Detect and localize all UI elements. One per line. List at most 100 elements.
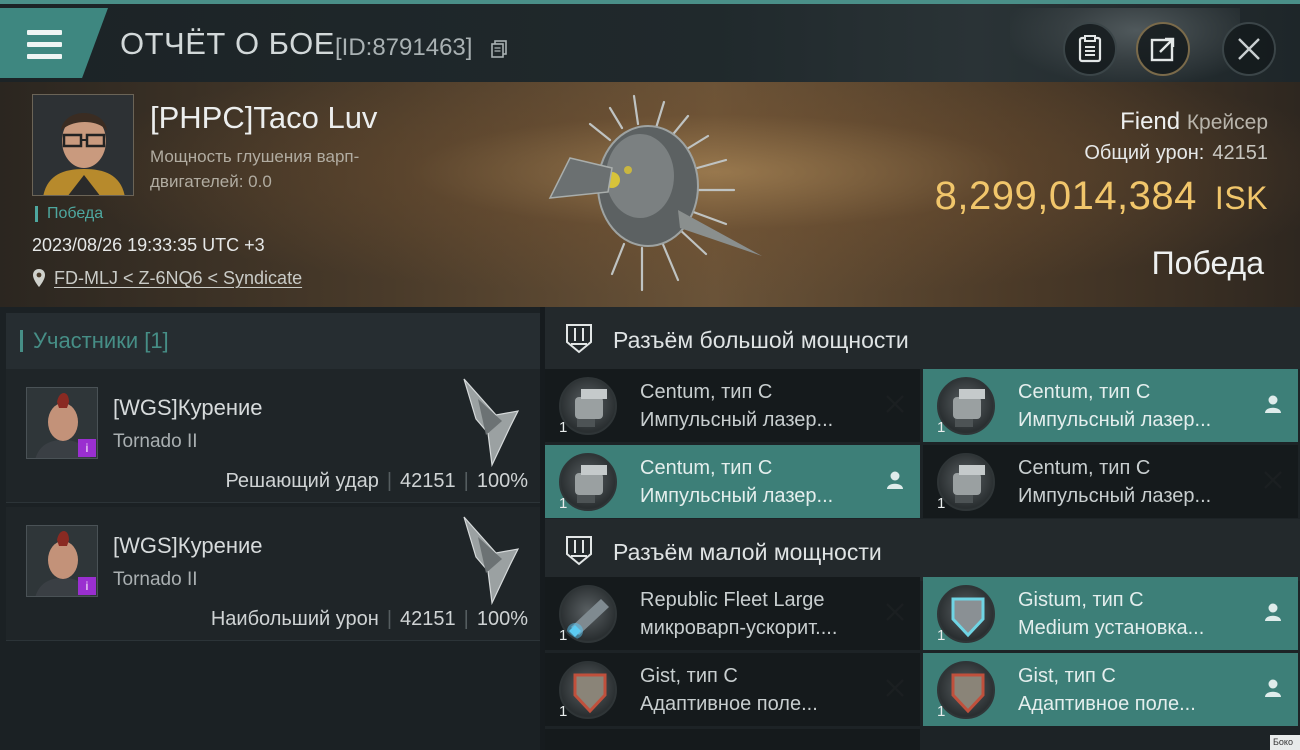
- person-icon: [1265, 395, 1281, 413]
- module-slot[interactable]: 1 Gist, тип C Адаптивное поле...: [923, 653, 1298, 726]
- participants-header: Участники [1]: [6, 313, 540, 369]
- share-button[interactable]: [1136, 22, 1190, 76]
- armor-module-icon: [937, 661, 995, 719]
- location-link[interactable]: FD-MLJ < Z-6NQ6 < Syndicate: [54, 268, 302, 289]
- participant-row[interactable]: i [WGS]Курение Tornado II Наибольший уро…: [6, 507, 540, 641]
- total-damage-label: Общий урон:: [1084, 142, 1205, 164]
- report-id: [ID:8791463]: [335, 34, 473, 61]
- person-icon: [887, 471, 903, 489]
- module-slot[interactable]: 1 Gist, тип C Адаптивное поле...: [545, 653, 920, 726]
- isk-value: 8,299,014,384 ISK: [935, 174, 1268, 219]
- armor-module-icon: [559, 661, 617, 719]
- module-type: микроварп-ускорит....: [640, 617, 838, 639]
- module-slot[interactable]: 1 Gistum, тип C Medium установка...: [923, 577, 1298, 650]
- result-label: Победа: [1151, 245, 1264, 281]
- laser-module-icon: [937, 453, 995, 511]
- module-name: Gist, тип C: [1018, 665, 1116, 687]
- module-slot[interactable]: 1 Centum, тип C Импульсный лазер...: [545, 369, 920, 442]
- module-type: Импульсный лазер...: [640, 485, 834, 507]
- close-button[interactable]: [1222, 22, 1276, 76]
- top-bar: ОТЧЁТ О БОЕ [ID:8791463]: [0, 0, 1300, 84]
- module-name: Centum, тип C: [640, 381, 773, 403]
- participant-role: Решающий удар: [225, 470, 379, 492]
- location-pin-icon: [33, 269, 45, 287]
- participant-percent: 100%: [476, 608, 528, 630]
- module-qty: 1: [937, 703, 946, 720]
- module-name: Centum, тип C: [1018, 381, 1151, 403]
- isk-amount: 8,299,014,384: [934, 174, 1197, 218]
- fitting-panel: Разъём большой мощности 1 Centum, тип C …: [545, 307, 1300, 750]
- page-title: ОТЧЁТ О БОЕ: [120, 26, 335, 61]
- module-type: Medium установка...: [1018, 617, 1205, 639]
- module-qty: 1: [937, 495, 946, 512]
- victim-summary: [PHPC]Taco Luv Мощность глушения варп-дв…: [0, 82, 1300, 307]
- clipboard-icon: [1078, 35, 1102, 63]
- clipboard-button[interactable]: [1063, 22, 1117, 76]
- low-slots-header: Разъём малой мощности: [545, 519, 1300, 581]
- destroyed-icon: [886, 603, 904, 621]
- module-slot-partial[interactable]: [545, 729, 920, 750]
- pilot-avatar-image: [33, 95, 133, 195]
- laser-module-icon: [937, 377, 995, 435]
- victim-pilot-name[interactable]: [PHPC]Taco Luv: [150, 100, 377, 136]
- participant-percent: 100%: [476, 470, 528, 492]
- total-damage-value: 42151: [1212, 142, 1268, 164]
- module-qty: 1: [937, 419, 946, 436]
- module-name: Republic Fleet Large: [640, 589, 825, 611]
- module-type: Импульсный лазер...: [640, 409, 834, 431]
- edge-tab[interactable]: Боко: [1270, 735, 1300, 750]
- ship-name: Fiend: [1120, 108, 1181, 135]
- share-icon: [1150, 37, 1175, 62]
- module-qty: 1: [559, 419, 568, 436]
- module-type: Адаптивное поле...: [1018, 693, 1196, 715]
- victim-portrait[interactable]: [32, 94, 134, 196]
- high-slot-icon: [566, 324, 592, 354]
- participant-ship: Tornado II: [113, 569, 198, 590]
- info-badge[interactable]: i: [78, 577, 96, 595]
- participant-ship: Tornado II: [113, 431, 198, 452]
- person-icon: [1265, 679, 1281, 697]
- module-name: Centum, тип C: [640, 457, 773, 479]
- module-slot[interactable]: 1 Centum, тип C Импульсный лазер...: [545, 445, 920, 518]
- participant-name: [WGS]Курение: [113, 533, 263, 558]
- participants-panel: Участники [1] i [WGS]Курение Tornado II …: [0, 307, 540, 750]
- person-icon: [1265, 603, 1281, 621]
- kill-datetime: 2023/08/26 19:33:35 UTC +3: [32, 235, 265, 255]
- participant-ship-image: [463, 378, 520, 467]
- module-type: Импульсный лазер...: [1018, 485, 1212, 507]
- laser-module-icon: [559, 377, 617, 435]
- module-name: Gist, тип C: [640, 665, 738, 687]
- module-slot[interactable]: 1 Republic Fleet Large микроварп-ускорит…: [545, 577, 920, 650]
- module-slot[interactable]: 1 Centum, тип C Импульсный лазер...: [923, 369, 1298, 442]
- module-name: Gistum, тип C: [1018, 589, 1144, 611]
- participant-damage: 42151: [400, 470, 456, 492]
- background-ship: [1010, 8, 1240, 84]
- laser-module-icon: [559, 453, 617, 511]
- module-type: Импульсный лазер...: [1018, 409, 1212, 431]
- info-badge[interactable]: i: [78, 439, 96, 457]
- ship-class: Крейсер: [1186, 111, 1268, 134]
- participant-stats: Решающий удар | 42151 | 100%: [225, 470, 528, 492]
- participant-name: [WGS]Курение: [113, 395, 263, 420]
- participant-ship-image: [463, 516, 520, 605]
- module-qty: 1: [559, 703, 568, 720]
- victim-ship-image: [548, 94, 762, 292]
- victim-ship[interactable]: Fiend Крейсер: [1120, 108, 1268, 136]
- low-slots-title: Разъём малой мощности: [613, 539, 882, 565]
- destroyed-icon: [1264, 471, 1282, 489]
- module-qty: 1: [559, 627, 568, 644]
- participant-row[interactable]: i [WGS]Курение Tornado II Решающий удар |…: [6, 369, 540, 503]
- module-qty: 1: [559, 495, 568, 512]
- participant-damage: 42151: [400, 608, 456, 630]
- participant-stats: Наибольший урон | 42151 | 100%: [210, 608, 528, 630]
- module-slot[interactable]: 1 Centum, тип C Импульсный лазер...: [923, 445, 1298, 518]
- high-slots-title: Разъём большой мощности: [613, 327, 909, 353]
- warp-scramble-strength: Мощность глушения варп-двигателей: 0.0: [150, 144, 380, 194]
- participants-title: Участники [1]: [20, 330, 169, 352]
- destroyed-icon: [886, 395, 904, 413]
- copy-icon[interactable]: [491, 40, 507, 58]
- participant-role: Наибольший урон: [210, 608, 379, 630]
- module-name: Centum, тип C: [1018, 457, 1151, 479]
- menu-button[interactable]: [0, 8, 108, 78]
- module-type: Адаптивное поле...: [640, 693, 818, 715]
